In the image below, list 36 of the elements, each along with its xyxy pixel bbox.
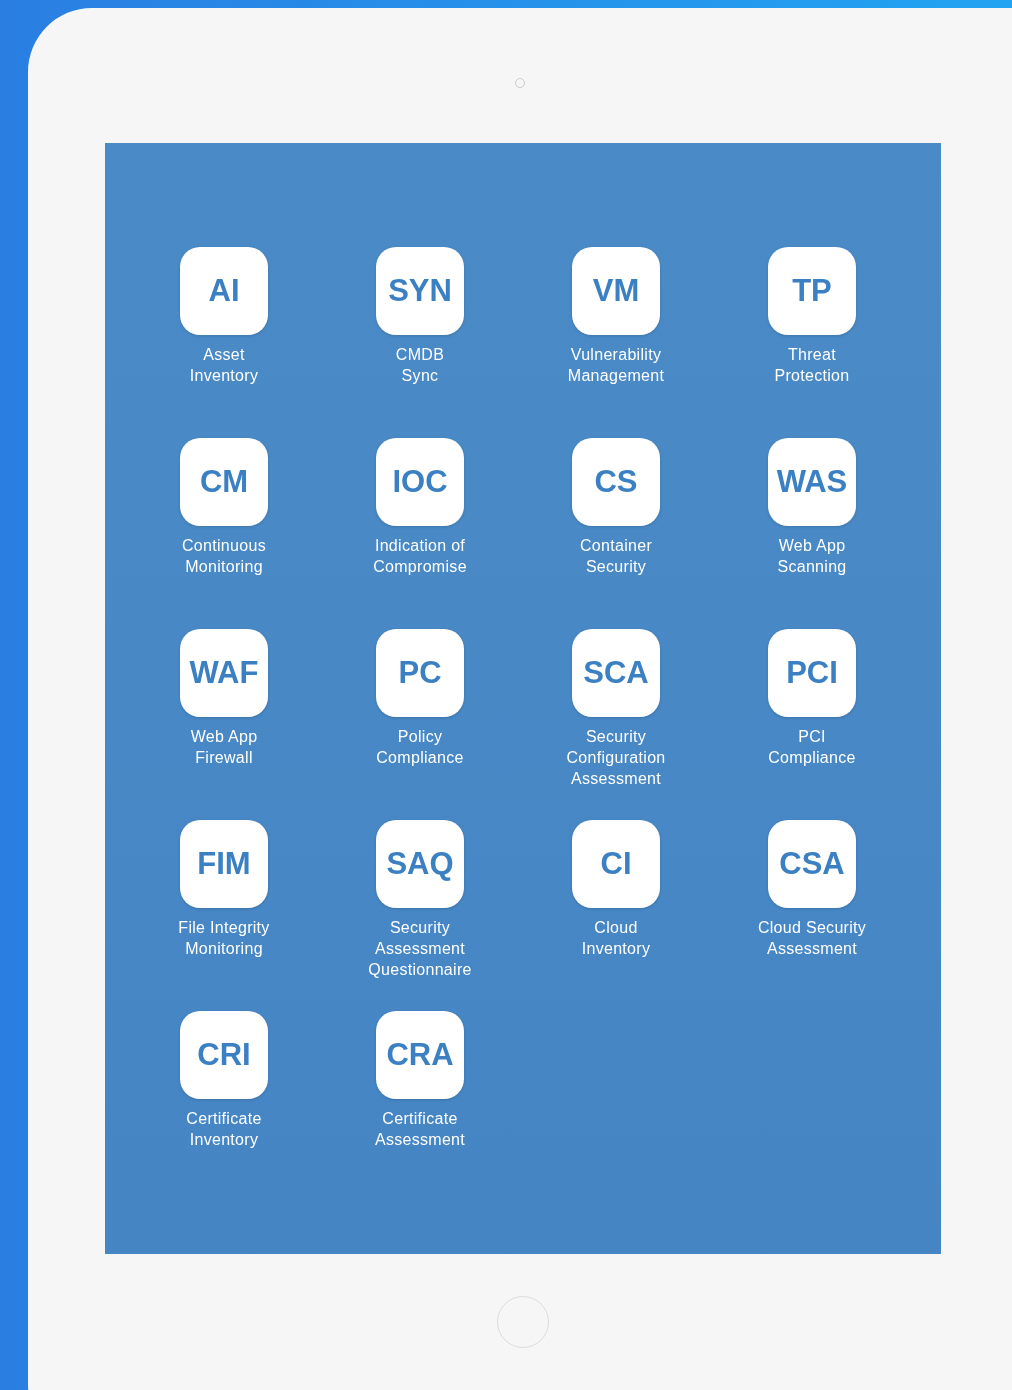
app-label: Security Configuration Assessment: [566, 727, 666, 789]
app-icon[interactable]: SCA: [572, 629, 660, 717]
app-label: Cloud Inventory: [581, 918, 651, 959]
app-icon[interactable]: AI: [180, 247, 268, 335]
app-icon[interactable]: IOC: [376, 438, 464, 526]
app-label: Security Assessment Questionnaire: [368, 918, 472, 980]
app-icon[interactable]: FIM: [180, 820, 268, 908]
app-icon[interactable]: PC: [376, 629, 464, 717]
app-label: Certificate Inventory: [186, 1109, 262, 1150]
app-label: Web App Firewall: [190, 727, 258, 768]
app-label: Policy Compliance: [376, 727, 464, 768]
app-label: Certificate Assessment: [374, 1109, 466, 1150]
app-icon[interactable]: SYN: [376, 247, 464, 335]
app-icon[interactable]: CS: [572, 438, 660, 526]
app-label: File Integrity Monitoring: [178, 918, 270, 959]
app-icon[interactable]: VM: [572, 247, 660, 335]
app-icon[interactable]: CRI: [180, 1011, 268, 1099]
app-label: PCI Compliance: [768, 727, 856, 768]
app-label: Vulnerability Management: [567, 345, 665, 386]
app-icon[interactable]: CSA: [768, 820, 856, 908]
app-label: Asset Inventory: [189, 345, 259, 386]
app-label: Indication of Compromise: [373, 536, 467, 577]
app-label: Threat Protection: [774, 345, 850, 386]
app-icon[interactable]: PCI: [768, 629, 856, 717]
app-icon[interactable]: SAQ: [376, 820, 464, 908]
app-label: Web App Scanning: [777, 536, 847, 577]
app-icon[interactable]: CI: [572, 820, 660, 908]
app-icon[interactable]: WAS: [768, 438, 856, 526]
app-label: Cloud Security Assessment: [757, 918, 867, 959]
app-icon[interactable]: TP: [768, 247, 856, 335]
app-icon[interactable]: WAF: [180, 629, 268, 717]
app-label: Container Security: [579, 536, 653, 577]
app-label: Continuous Monitoring: [182, 536, 266, 577]
app-icon[interactable]: CM: [180, 438, 268, 526]
app-icon[interactable]: CRA: [376, 1011, 464, 1099]
app-label: CMDB Sync: [395, 345, 445, 386]
